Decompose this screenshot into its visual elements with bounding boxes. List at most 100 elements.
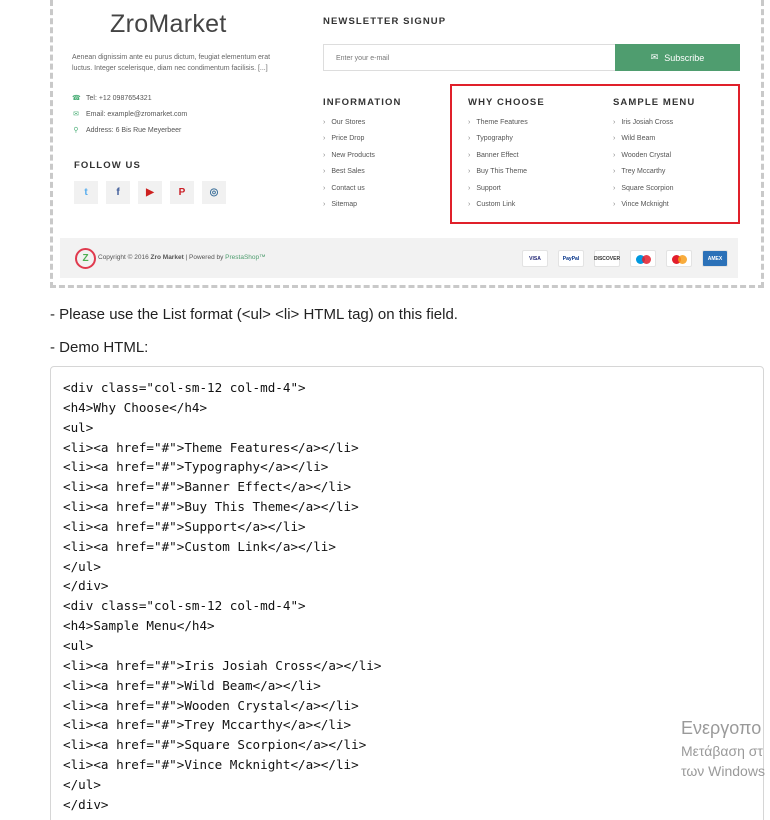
phone-icon: ☎	[72, 95, 81, 102]
list-item[interactable]: › Banner Effect	[468, 147, 528, 164]
sample-menu-heading: SAMPLE MENU	[613, 97, 696, 108]
list-item[interactable]: › Best Sales	[323, 164, 375, 181]
address-text: Address: 6 Bis Rue Meyerbeer	[86, 126, 182, 134]
contact-email: ✉ Email: example@zromarket.com	[72, 110, 187, 119]
list-item[interactable]: › Vince Mcknight	[613, 197, 674, 214]
chevron-right-icon: ›	[323, 168, 326, 176]
copyright-text: Copyright © 2016 Zro Market | Powered by…	[98, 254, 266, 261]
email-text[interactable]: Email: example@zromarket.com	[86, 111, 187, 118]
chevron-right-icon: ›	[613, 135, 616, 143]
code-block: <div class="col-sm-12 col-md-4"> <h4>Why …	[50, 366, 764, 820]
list-item[interactable]: › Trey Mccarthy	[613, 164, 674, 181]
visa-icon: VISA	[522, 250, 548, 267]
list-item[interactable]: › Wild Beam	[613, 131, 674, 148]
maestro-icon: maestro	[630, 250, 656, 267]
code-line: <li><a href="#">Buy This Theme</a></li>	[63, 499, 359, 515]
instagram-icon[interactable]: ◎	[202, 181, 226, 204]
code-line: <ul>	[63, 637, 94, 653]
chevron-right-icon: ›	[613, 118, 616, 126]
list-item[interactable]: › New Products	[323, 147, 375, 164]
list-item[interactable]: › Sitemap	[323, 197, 375, 214]
footer-screenshot: ZroMarket Aenean dignissim ante eu purus…	[50, 0, 764, 288]
sample-menu-list: › Iris Josiah Cross › Wild Beam › Wooden Cr…	[613, 114, 674, 213]
chevron-right-icon: ›	[468, 135, 471, 143]
list-item[interactable]: › Typography	[468, 131, 528, 148]
chevron-right-icon: ›	[323, 201, 326, 209]
code-line: <li><a href="#">Trey Mccarthy</a></li>	[63, 717, 352, 733]
list-item[interactable]: › Theme Features	[468, 114, 528, 131]
chevron-right-icon: ›	[613, 168, 616, 176]
envelope-icon: ✉	[650, 52, 659, 62]
amex-icon: AMEX	[702, 250, 728, 267]
footer-bottom-bar: Z Copyright © 2016 Zro Market | Powered …	[60, 238, 738, 278]
twitter-icon[interactable]: t	[74, 181, 98, 204]
chevron-right-icon: ›	[468, 168, 471, 176]
code-line: <li><a href="#">Wooden Crystal</a></li>	[63, 697, 359, 713]
newsletter-email-input[interactable]: Enter your e-mail	[323, 44, 615, 71]
list-item[interactable]: › Support	[468, 180, 528, 197]
list-item[interactable]: › Contact us	[323, 180, 375, 197]
code-line: <li><a href="#">Square Scorpion</a></li>	[63, 737, 367, 753]
instruction-demo-html: - Demo HTML:	[50, 339, 149, 356]
code-line: <div class="col-sm-12 col-md-4">	[63, 380, 306, 395]
code-line: </ul>	[63, 558, 101, 574]
code-line: <li><a href="#">Custom Link</a></li>	[63, 538, 336, 554]
code-line: <li><a href="#">Vince Mcknight</a></li>	[63, 757, 359, 773]
newsletter-heading: NEWSLETTER SIGNUP	[323, 16, 447, 27]
code-line: <li><a href="#">Iris Josiah Cross</a></l…	[63, 657, 382, 673]
subscribe-button[interactable]: ✉ Subscribe	[615, 44, 740, 71]
code-line: </div>	[63, 796, 109, 812]
contact-address: ⚲ Address: 6 Bis Rue Meyerbeer	[72, 126, 182, 135]
chevron-right-icon: ›	[323, 184, 326, 192]
code-line: </div>	[63, 578, 109, 594]
code-line: <li><a href="#">Support</a></li>	[63, 518, 306, 534]
information-heading: INFORMATION	[323, 97, 402, 108]
prestashop-link[interactable]: PrestaShop™	[225, 254, 265, 261]
chevron-right-icon: ›	[613, 184, 616, 192]
list-item[interactable]: › Wooden Crystal	[613, 147, 674, 164]
subscribe-label: Subscribe	[664, 52, 705, 63]
chevron-right-icon: ›	[468, 151, 471, 159]
chevron-right-icon: ›	[468, 184, 471, 192]
chevron-right-icon: ›	[323, 151, 326, 159]
chevron-right-icon: ›	[323, 135, 326, 143]
chevron-right-icon: ›	[468, 118, 471, 126]
information-list: › Our Stores › Price Drop › New Products › B…	[323, 114, 375, 213]
payment-methods: VISA PayPal DISCOVER maestro mastercard …	[522, 250, 728, 267]
list-item[interactable]: › Our Stores	[323, 114, 375, 131]
instruction-list-format: - Please use the List format (<ul> <li> …	[50, 306, 458, 323]
code-line: <h4>Sample Menu</h4>	[63, 618, 215, 634]
pinterest-icon[interactable]: P	[170, 181, 194, 204]
list-item[interactable]: › Price Drop	[323, 131, 375, 148]
social-links: t f ▶ P ◎	[74, 181, 226, 204]
chevron-right-icon: ›	[468, 201, 471, 209]
why-choose-list: › Theme Features › Typography › Banner Effe…	[468, 114, 528, 213]
discover-icon: DISCOVER	[594, 250, 620, 267]
list-item[interactable]: › Square Scorpion	[613, 180, 674, 197]
chevron-right-icon: ›	[323, 118, 326, 126]
code-line: <li><a href="#">Theme Features</a></li>	[63, 439, 359, 455]
envelope-icon: ✉	[73, 111, 79, 118]
youtube-icon[interactable]: ▶	[138, 181, 162, 204]
map-pin-icon: ⚲	[73, 127, 79, 134]
chevron-right-icon: ›	[613, 201, 616, 209]
why-choose-heading: WHY CHOOSE	[468, 97, 545, 108]
code-line: <li><a href="#">Wild Beam</a></li>	[63, 677, 321, 693]
activation-watermark-line2: Μετάβαση στ	[681, 743, 763, 759]
list-item[interactable]: › Buy This Theme	[468, 164, 528, 181]
code-line: <li><a href="#">Banner Effect</a></li>	[63, 479, 352, 495]
about-text: Aenean dignissim ante eu purus dictum, f…	[72, 54, 271, 72]
chevron-right-icon: ›	[613, 151, 616, 159]
code-line: <div class="col-sm-12 col-md-4">	[63, 598, 306, 614]
facebook-icon[interactable]: f	[106, 181, 130, 204]
site-logo[interactable]: ZroMarket	[110, 10, 227, 39]
list-item[interactable]: › Iris Josiah Cross	[613, 114, 674, 131]
follow-us-heading: FOLLOW US	[74, 160, 141, 171]
code-content: <div class="col-sm-12 col-md-4"> <h4>Why …	[63, 378, 381, 815]
list-item[interactable]: › Custom Link	[468, 197, 528, 214]
contact-tel: ☎ Tel: +12 0987654321	[72, 94, 152, 103]
paypal-icon: PayPal	[558, 250, 584, 267]
activation-watermark-line3: των Windows	[681, 763, 765, 779]
code-line: </ul>	[63, 776, 101, 792]
activation-watermark-title: Ενεργοπο	[681, 718, 762, 738]
